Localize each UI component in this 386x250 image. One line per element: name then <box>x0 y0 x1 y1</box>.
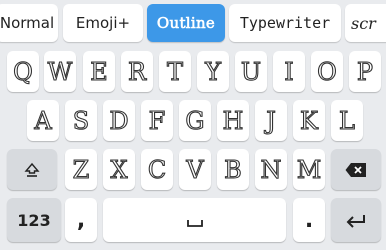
key-o[interactable]: O <box>311 51 343 92</box>
key-e[interactable]: E <box>83 51 115 92</box>
key-c[interactable]: C <box>141 149 173 190</box>
style-typewriter-button[interactable]: Typewriter <box>229 4 341 42</box>
key-s[interactable]: S <box>65 100 97 141</box>
key-y[interactable]: Y <box>197 51 229 92</box>
key-x[interactable]: X <box>103 149 135 190</box>
key-n[interactable]: N <box>255 149 287 190</box>
shift-icon <box>24 156 40 184</box>
key-a[interactable]: A <box>27 100 59 141</box>
enter-key[interactable] <box>331 198 381 242</box>
backspace-icon <box>345 156 367 184</box>
key-b[interactable]: B <box>217 149 249 190</box>
space-icon <box>186 206 203 234</box>
key-p[interactable]: P <box>349 51 381 92</box>
key-q[interactable]: Q <box>7 51 39 92</box>
key-u[interactable]: U <box>235 51 267 92</box>
enter-icon <box>346 206 366 234</box>
key-d[interactable]: D <box>103 100 135 141</box>
shift-key[interactable] <box>7 149 57 190</box>
key-h[interactable]: H <box>217 100 249 141</box>
backspace-key[interactable] <box>331 149 381 190</box>
key-w[interactable]: W <box>44 51 76 92</box>
key-f[interactable]: F <box>141 100 173 141</box>
style-script-button[interactable]: scr <box>345 4 386 42</box>
key-l[interactable]: L <box>331 100 363 141</box>
period-key[interactable]: . <box>293 198 325 242</box>
style-normal-button[interactable]: Normal <box>0 4 58 42</box>
key-v[interactable]: V <box>179 149 211 190</box>
key-m[interactable]: M <box>293 149 325 190</box>
keyboard: Normal Emoji+ Outline Typewriter scr Q W… <box>0 0 386 250</box>
space-key[interactable] <box>103 198 286 242</box>
key-k[interactable]: K <box>293 100 325 141</box>
font-style-bar: Normal Emoji+ Outline Typewriter scr <box>0 0 386 46</box>
key-g[interactable]: G <box>179 100 211 141</box>
style-emoji-button[interactable]: Emoji+ <box>63 4 143 42</box>
key-t[interactable]: T <box>159 51 191 92</box>
key-j[interactable]: J <box>255 100 287 141</box>
key-r[interactable]: R <box>121 51 153 92</box>
key-z[interactable]: Z <box>65 149 97 190</box>
key-i[interactable]: I <box>273 51 305 92</box>
style-outline-button[interactable]: Outline <box>147 4 225 42</box>
numbers-key[interactable]: 123 <box>7 198 61 242</box>
comma-key[interactable]: , <box>65 198 97 242</box>
